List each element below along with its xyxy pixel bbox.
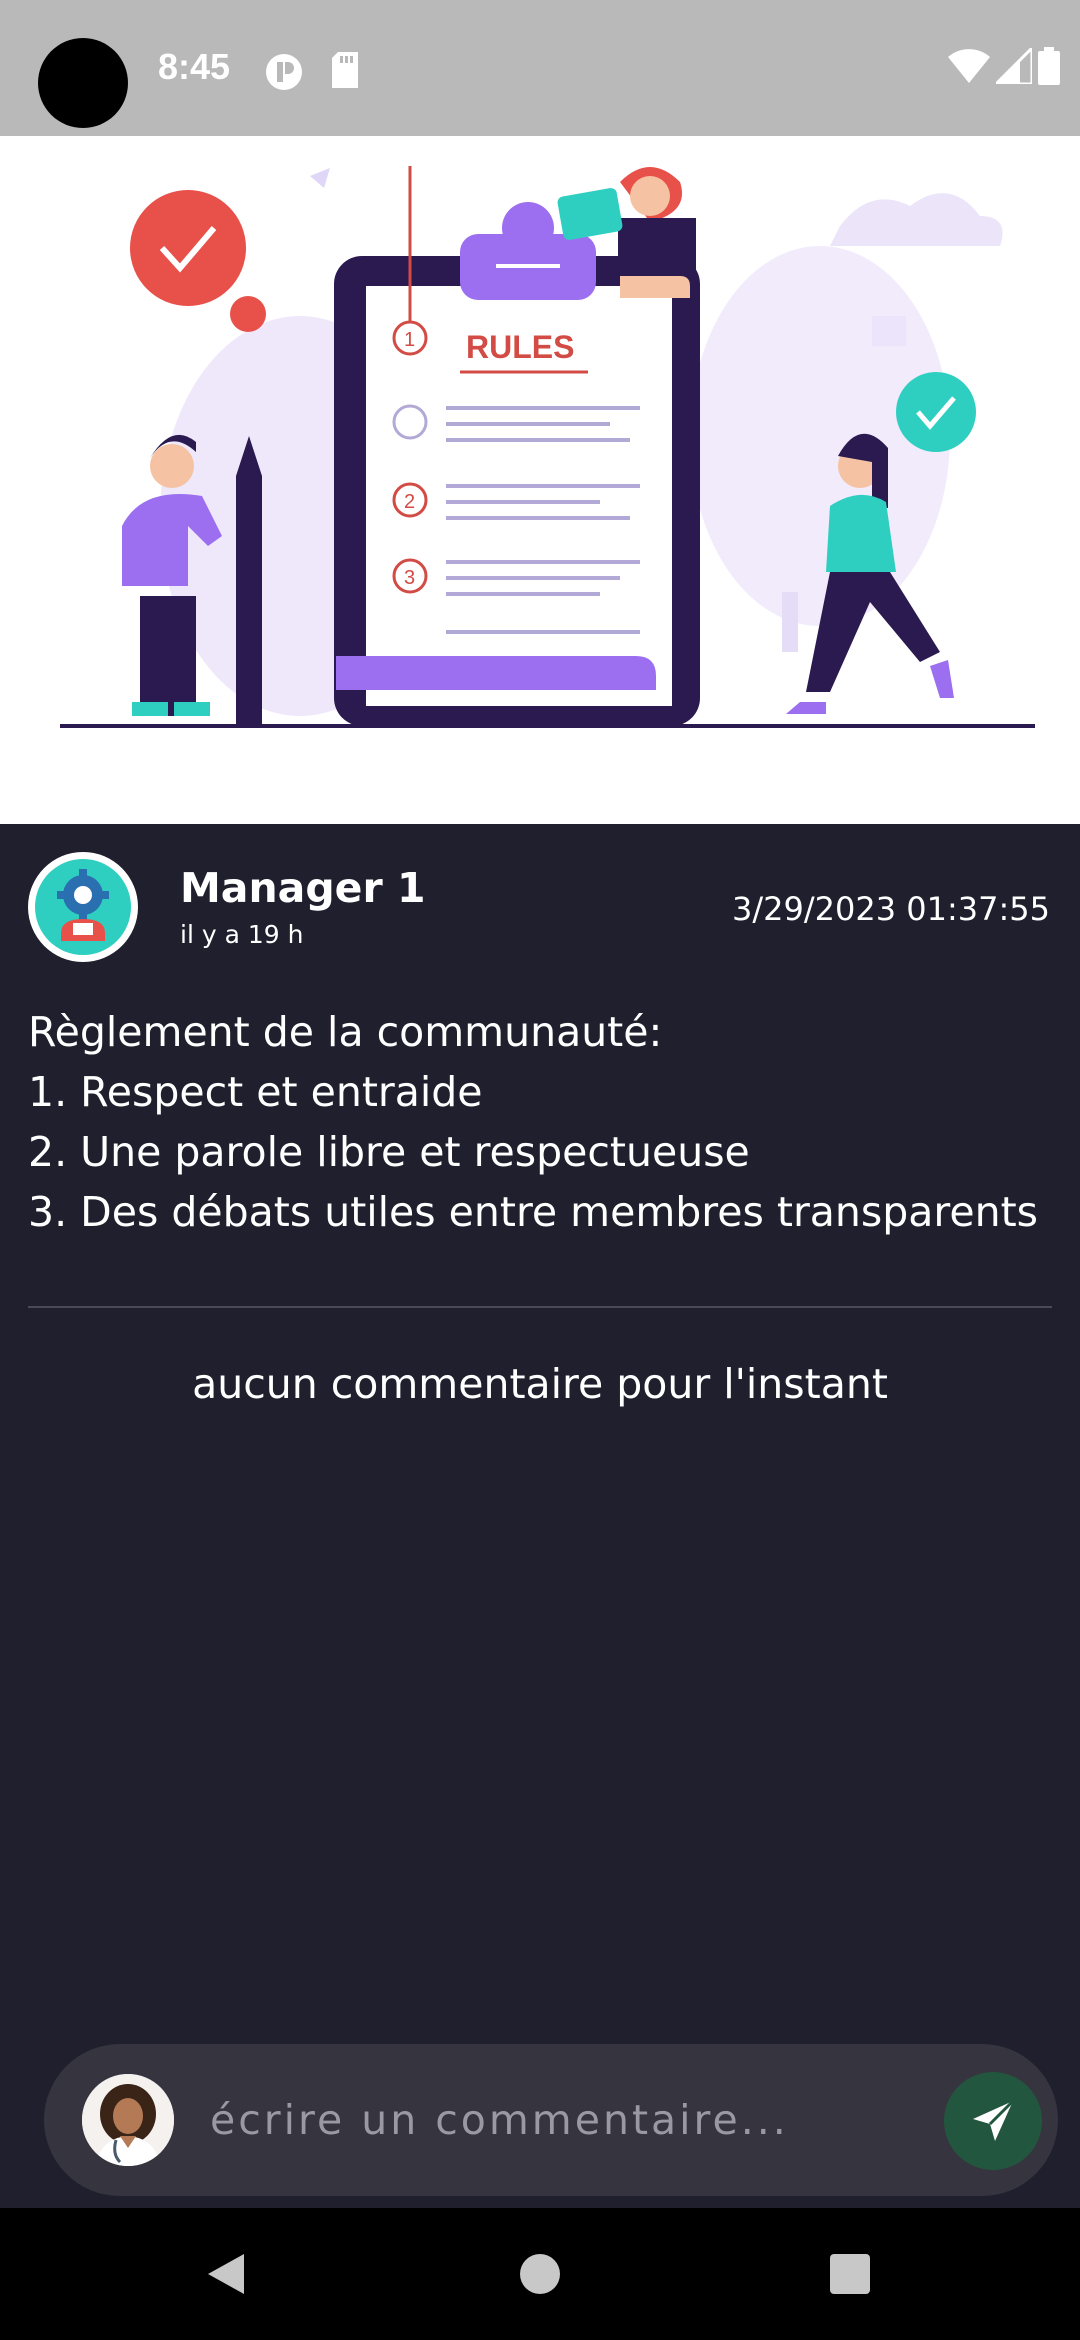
back-button[interactable] [196, 2244, 256, 2304]
camera-hole-icon [38, 38, 128, 128]
back-icon [208, 2254, 244, 2294]
post-relative-time: il y a 19 h [180, 920, 304, 949]
home-button[interactable] [510, 2244, 570, 2304]
sd-card-icon [330, 52, 360, 93]
author-avatar[interactable] [28, 852, 138, 962]
recents-button[interactable] [820, 2244, 880, 2304]
comment-composer [44, 2044, 1058, 2196]
author-name[interactable]: Manager 1 [180, 864, 426, 912]
app-notification-icon [264, 52, 304, 97]
battery-icon [1038, 46, 1060, 90]
post-date: 3/29/2023 01:37:55 [732, 890, 1050, 928]
signal-icon [992, 43, 1034, 89]
send-icon [973, 2099, 1015, 2141]
user-photo-icon [82, 2074, 174, 2166]
banner-marker-3: 3 [404, 567, 415, 589]
user-avatar[interactable] [82, 2074, 174, 2166]
wifi-icon [948, 48, 990, 88]
banner-marker-2: 2 [404, 491, 415, 513]
banner-heading: RULES [466, 329, 574, 365]
manager-avatar-icon [35, 859, 131, 955]
post-line: Règlement de la communauté: [28, 1008, 663, 1056]
post-body: Règlement de la communauté: 1. Respect e… [28, 1002, 1058, 1242]
comment-input[interactable] [210, 2088, 810, 2152]
status-bar: 8:45 [0, 0, 1080, 136]
check-circle-icon [130, 190, 246, 306]
recents-icon [830, 2254, 870, 2294]
post-line: 2. Une parole libre et respectueuse [28, 1128, 750, 1176]
system-nav-bar [0, 2208, 1080, 2340]
empty-comments-text: aucun commentaire pour l'instant [192, 1360, 888, 1408]
send-button[interactable] [944, 2072, 1042, 2170]
home-icon [520, 2254, 560, 2294]
post-line: 1. Respect et entraide [28, 1068, 483, 1116]
banner-marker-1: 1 [404, 329, 415, 351]
divider [28, 1306, 1052, 1308]
status-time: 8:45 [158, 46, 231, 87]
rules-banner-image: RULES 1 2 3 [0, 136, 1080, 824]
post-line: 3. Des débats utiles entre membres trans… [28, 1188, 1039, 1236]
